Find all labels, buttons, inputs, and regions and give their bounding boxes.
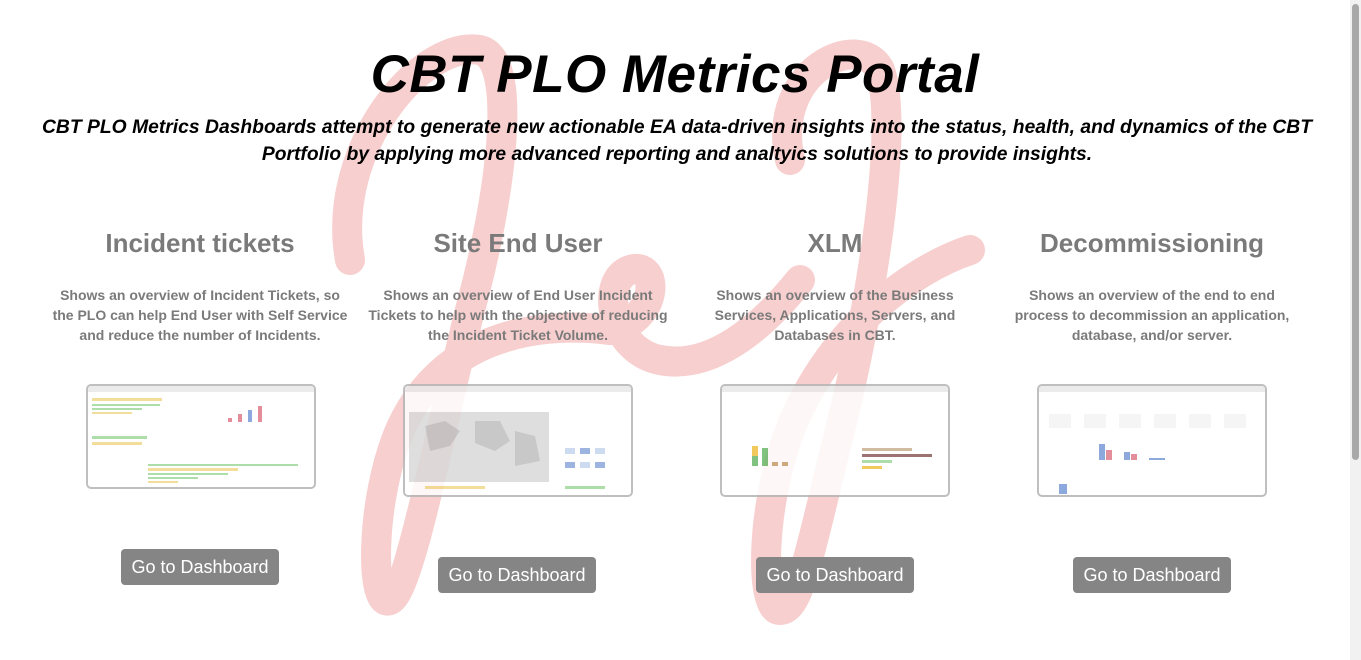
card-title: XLM <box>807 228 863 258</box>
card-description: Shows an overview of the end to end proc… <box>1014 287 1290 343</box>
card-description: Shows an overview of the Business Servic… <box>714 287 956 343</box>
card-title: Decommissioning <box>1040 228 1264 258</box>
go-to-dashboard-button-decommissioning[interactable]: Go to Dashboard <box>1073 557 1231 593</box>
card-description: Shows an overview of End User Incident T… <box>368 287 668 343</box>
card-description: Shows an overview of Incident Tickets, s… <box>52 287 348 343</box>
card-title: Site End User <box>433 228 603 258</box>
go-to-dashboard-button-incident-tickets[interactable]: Go to Dashboard <box>121 549 279 585</box>
dashboard-thumbnail-xlm[interactable] <box>720 384 950 497</box>
vertical-scrollbar[interactable] <box>1350 0 1361 660</box>
dashboard-thumbnail-incident-tickets[interactable] <box>86 384 316 489</box>
scrollbar-thumb[interactable] <box>1352 4 1359 460</box>
card-title: Incident tickets <box>105 228 295 258</box>
dashboard-thumbnail-site-end-user[interactable] <box>403 384 633 497</box>
dashboard-thumbnail-decommissioning[interactable] <box>1037 384 1267 497</box>
go-to-dashboard-button-xlm[interactable]: Go to Dashboard <box>756 557 914 593</box>
page-subtitle: CBT PLO Metrics Dashboards attempt to ge… <box>42 117 1312 165</box>
go-to-dashboard-button-site-end-user[interactable]: Go to Dashboard <box>438 557 596 593</box>
page-title: CBT PLO Metrics Portal <box>370 45 980 104</box>
